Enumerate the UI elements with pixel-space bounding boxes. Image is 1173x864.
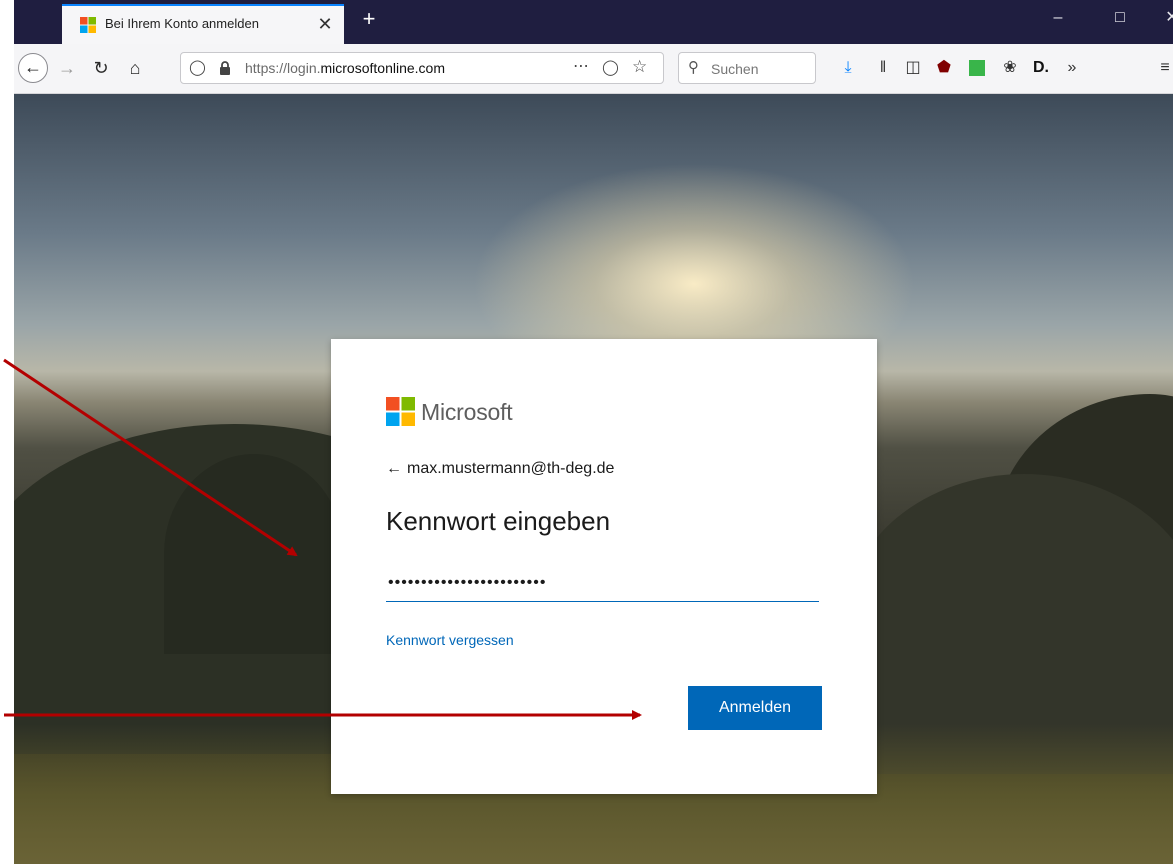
url-text: https://login.microsoftonline.com — [245, 60, 445, 76]
signin-button[interactable]: Anmelden — [688, 686, 822, 730]
account-back-link[interactable]: ← max.mustermann@th-deg.de — [386, 460, 614, 478]
library-icon[interactable]: ‖ — [870, 55, 896, 81]
brand-name: Microsoft — [421, 399, 513, 425]
extension-leaf-icon[interactable]: ❀ — [997, 55, 1023, 81]
account-email: max.mustermann@th-deg.de — [407, 460, 615, 477]
bookmark-star-icon[interactable]: ☆ — [632, 57, 647, 77]
left-margin — [0, 0, 14, 864]
extension-green-icon[interactable] — [964, 55, 990, 81]
downloads-icon[interactable]: ⤓ — [835, 55, 861, 81]
overflow-chevron-icon[interactable]: » — [1059, 55, 1085, 81]
address-bar[interactable]: ◯ https://login.microsoftonline.com ⋯ ◯ … — [180, 52, 664, 84]
browser-tab-active[interactable]: Bei Ihrem Konto anmelden ✕ — [62, 4, 344, 44]
password-field[interactable] — [386, 564, 819, 602]
ublock-icon[interactable]: ⬟ — [931, 55, 957, 81]
extension-d-icon[interactable]: D. — [1028, 55, 1054, 81]
microsoft-favicon-icon — [80, 17, 96, 33]
pocket-icon[interactable]: ◯ — [602, 58, 619, 76]
sidebar-icon[interactable]: ◫ — [900, 55, 926, 81]
minimize-window-icon[interactable]: – — [1043, 6, 1073, 30]
tab-close-icon[interactable]: ✕ — [314, 12, 336, 36]
browser-tabstrip: Bei Ihrem Konto anmelden ✕ + – □ ✕ — [14, 0, 1173, 44]
page-actions-icon[interactable]: ⋯ — [573, 56, 589, 76]
maximize-window-icon[interactable]: □ — [1105, 6, 1135, 30]
search-placeholder: Suchen — [711, 61, 759, 77]
search-icon: ⚲ — [688, 59, 699, 76]
home-icon[interactable]: ⌂ — [120, 53, 150, 83]
tab-title: Bei Ihrem Konto anmelden — [105, 16, 259, 31]
lock-icon — [220, 61, 230, 75]
page-title: Kennwort eingeben — [386, 506, 611, 536]
menu-icon[interactable]: ≡ — [1152, 55, 1173, 81]
browser-navbar: ← → ↻ ⌂ ◯ https://login.microsoftonline.… — [14, 44, 1173, 94]
reload-icon[interactable]: ↻ — [86, 53, 116, 83]
forgot-password-link[interactable]: Kennwort vergessen — [386, 632, 514, 648]
shield-icon[interactable]: ◯ — [189, 58, 206, 76]
hill-peak — [164, 454, 344, 654]
signin-card: Microsoft ← max.mustermann@th-deg.de Kenn… — [331, 339, 877, 794]
new-tab-button[interactable]: + — [354, 4, 384, 36]
close-window-icon[interactable]: ✕ — [1162, 6, 1173, 30]
back-arrow-icon[interactable]: ← — [18, 53, 48, 83]
microsoft-logo-icon — [386, 397, 415, 426]
extension-green-square-icon — [969, 60, 985, 76]
search-box[interactable]: ⚲ Suchen — [678, 52, 816, 84]
forward-arrow-icon[interactable]: → — [52, 53, 82, 83]
back-arrow-icon: ← — [386, 460, 402, 477]
